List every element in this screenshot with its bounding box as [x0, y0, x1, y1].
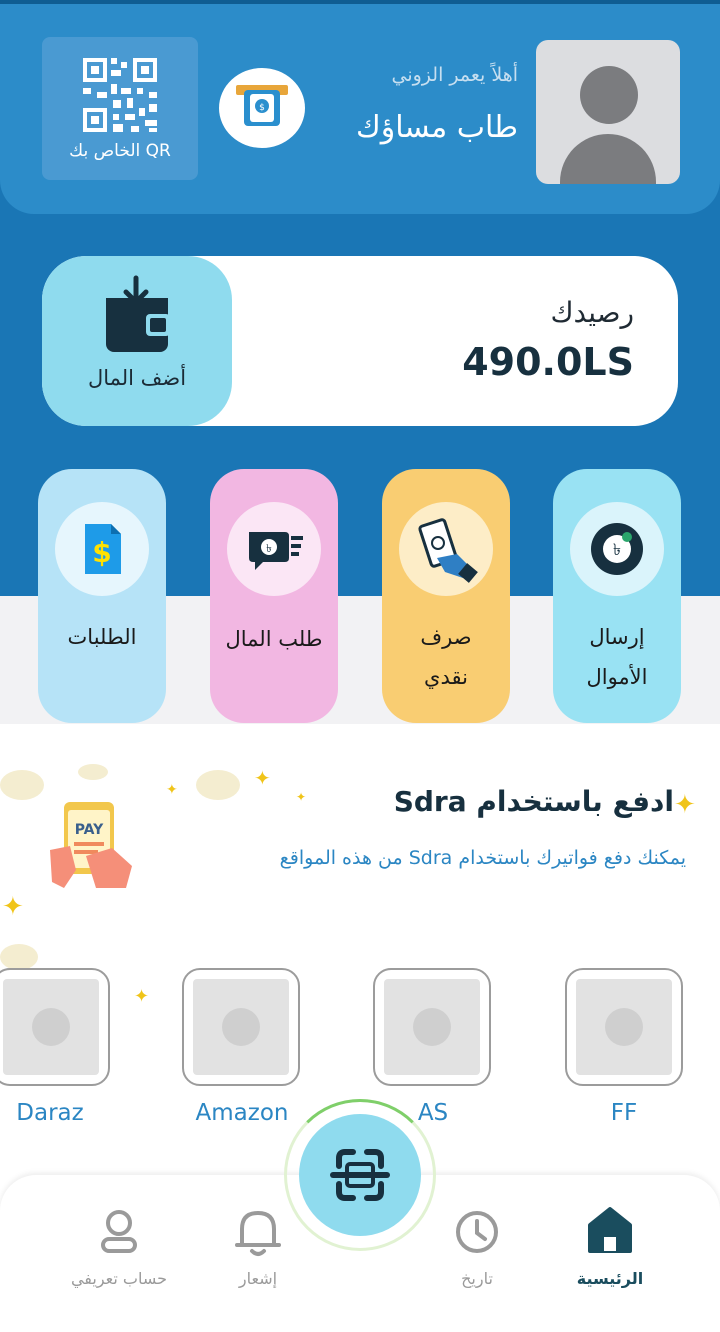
wallet-download-icon [106, 275, 170, 352]
merchant-amazon[interactable] [182, 968, 300, 1086]
avatar[interactable] [536, 40, 680, 184]
svg-text:$: $ [92, 536, 111, 569]
merchant-logo-icon [413, 1008, 451, 1046]
add-money-button[interactable] [42, 256, 232, 426]
coin-decoration [78, 764, 108, 780]
coin-decoration [196, 770, 240, 800]
coin-decoration [0, 944, 38, 970]
pay-phone-illustration: PAY [46, 800, 138, 892]
merchant-name-amazon: Amazon [195, 1100, 289, 1126]
avatar-body [560, 134, 656, 184]
merchant-logo-placeholder [384, 979, 480, 1075]
sparkle-icon: ✦ [166, 782, 178, 798]
invoice-icon: $ [85, 524, 121, 574]
sparkle-icon: ✦ [254, 766, 271, 790]
avatar-head [580, 66, 638, 124]
send-money-label-line1: إرسال [589, 625, 645, 649]
nav-notifications-label: إشعار [238, 1269, 278, 1288]
merchant-daraz[interactable] [0, 968, 110, 1086]
invoice-icon-circle: $ [55, 502, 149, 596]
home-icon [588, 1207, 632, 1253]
promo-subtitle: يمكنك دفع فواتيرك باستخدام Sdra من هذه ا… [279, 847, 686, 869]
nav-profile[interactable]: حساب تعريفي [54, 1203, 184, 1303]
nav-history[interactable]: تاريخ [412, 1203, 542, 1303]
atm-button[interactable]: $ [219, 68, 305, 148]
merchant-as[interactable] [373, 968, 491, 1086]
qr-code-icon [83, 58, 157, 132]
sparkle-icon: ✦ [674, 790, 696, 820]
nav-profile-label: حساب تعريفي [70, 1269, 168, 1288]
cash-out-label-line2: نقدي [424, 665, 468, 689]
merchant-logo-placeholder [193, 979, 289, 1075]
merchant-logo-icon [605, 1008, 643, 1046]
clock-icon [456, 1211, 498, 1253]
request-money-icon: ৳ [249, 532, 303, 570]
sparkle-icon: ✦ [134, 986, 150, 1007]
sparkle-icon: ✦ [296, 790, 307, 804]
nav-home[interactable]: الرئيسية [545, 1203, 675, 1303]
balance-label: رصيدك [550, 296, 634, 329]
merchant-ff[interactable] [565, 968, 683, 1086]
svg-text:৳: ৳ [266, 542, 271, 555]
atm-icon: $ [236, 85, 288, 126]
send-money-icon-circle: ৳ [570, 502, 664, 596]
requests-label: الطلبات [67, 625, 137, 649]
svg-text:$: $ [259, 103, 265, 113]
svg-text:৳: ৳ [613, 540, 621, 559]
request-money-icon-circle: ৳ [227, 502, 321, 596]
promo-title: ادفع باستخدام Sdra [393, 785, 674, 818]
send-money-label-line2: الأموال [586, 665, 648, 689]
cash-out-label-line1: صرف [420, 625, 472, 649]
profile-icon [101, 1210, 137, 1253]
merchant-logo-placeholder [3, 979, 99, 1075]
request-money-label: طلب المال [225, 627, 323, 651]
merchant-logo-placeholder [576, 979, 672, 1075]
balance-value: 490.0LS [462, 340, 634, 384]
merchant-name-ff: FF [610, 1100, 638, 1126]
cash-out-icon-circle [399, 502, 493, 596]
scan-button[interactable] [299, 1114, 421, 1236]
pay-badge-text: PAY [75, 822, 104, 838]
send-money-button[interactable]: ৳ إرسال الأموال [553, 469, 681, 723]
coin-decoration [0, 770, 44, 800]
pay-phone-icon: PAY [50, 802, 132, 888]
sparkle-icon: ✦ [2, 892, 24, 922]
salutation-text: طاب مساؤك [356, 110, 518, 145]
requests-button[interactable]: $ الطلبات [38, 469, 166, 723]
merchant-logo-icon [32, 1008, 70, 1046]
nav-history-label: تاريخ [461, 1269, 493, 1288]
scan-icon [330, 1149, 390, 1201]
greeting-text: أهلاً يعمر الزوني [391, 64, 519, 86]
add-money-label: أضف المال [87, 366, 187, 390]
request-money-button[interactable]: ৳ طلب المال [210, 469, 338, 723]
cash-out-button[interactable]: صرف نقدي [382, 469, 510, 723]
nav-home-label: الرئيسية [576, 1269, 644, 1288]
merchant-name-daraz: Daraz [16, 1100, 84, 1126]
send-money-icon: ৳ [591, 523, 643, 575]
cash-out-icon [418, 518, 478, 583]
merchant-logo-icon [222, 1008, 260, 1046]
qr-label: QR الخاص بك [69, 141, 171, 161]
